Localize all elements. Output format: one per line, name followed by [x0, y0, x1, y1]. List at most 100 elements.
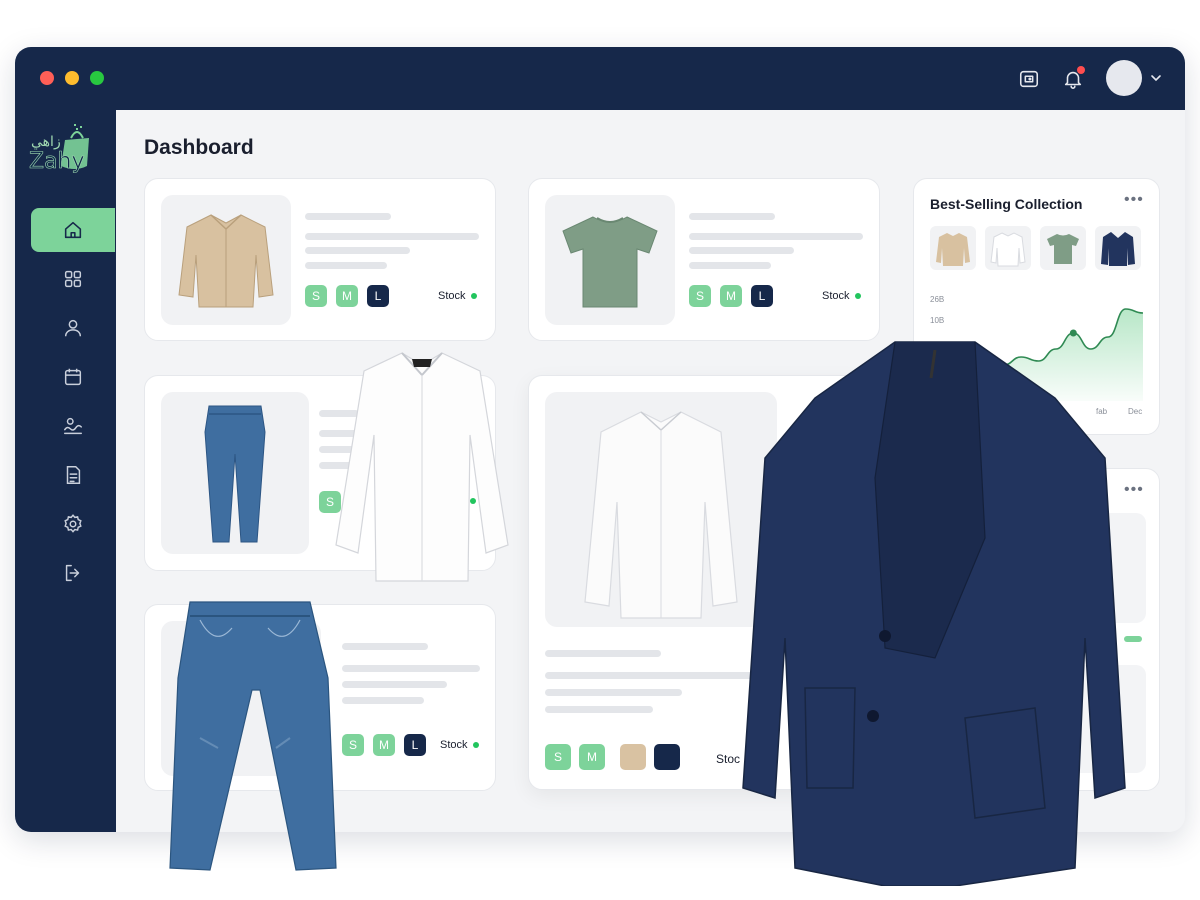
- text-placeholder: [305, 213, 391, 220]
- text-placeholder: [319, 410, 359, 417]
- color-swatch-navy[interactable]: [654, 744, 680, 770]
- notification-bell-icon[interactable]: [1059, 65, 1087, 93]
- calendar-icon: [64, 368, 82, 386]
- close-window-button[interactable]: [40, 71, 54, 85]
- sidebar-item-settings[interactable]: [31, 502, 115, 546]
- text-placeholder: [545, 706, 653, 713]
- sidebar-item-analytics[interactable]: [31, 404, 115, 448]
- sales-area-chart: [933, 308, 1144, 401]
- app-window: زاهي Zahy Dashboard S M L Stock S M L St…: [15, 47, 1185, 832]
- minimize-window-button[interactable]: [65, 71, 79, 85]
- stock-status: Stock: [440, 739, 479, 751]
- text-placeholder: [319, 462, 359, 469]
- text-placeholder: [305, 262, 387, 269]
- text-placeholder: [545, 672, 755, 679]
- text-placeholder: [342, 681, 447, 688]
- text-placeholder: [319, 430, 359, 437]
- best-seller-thumb[interactable]: [1040, 226, 1086, 270]
- page-title: Dashboard: [144, 136, 254, 159]
- best-seller-thumb[interactable]: [985, 226, 1031, 270]
- main-content: Dashboard S M L Stock S M L Stock S S M …: [116, 110, 1185, 832]
- text-placeholder: [545, 650, 661, 657]
- sidebar-item-home[interactable]: [31, 208, 115, 252]
- home-icon: [64, 221, 82, 239]
- more-options-icon[interactable]: •••: [1124, 481, 1144, 499]
- text-placeholder: [689, 247, 794, 254]
- text-placeholder: [689, 233, 863, 240]
- text-placeholder: [689, 213, 775, 220]
- chart-area-fill: [934, 309, 1143, 401]
- maximize-window-button[interactable]: [90, 71, 104, 85]
- analytics-icon: [64, 417, 82, 435]
- size-chip[interactable]: L: [751, 285, 773, 307]
- brand-logo: زاهي Zahy: [27, 120, 99, 182]
- text-placeholder: [545, 689, 682, 696]
- grid-icon: [64, 270, 82, 288]
- user-avatar[interactable]: [1106, 60, 1142, 96]
- sidebar-item-grid[interactable]: [31, 257, 115, 301]
- sidebar: زاهي Zahy: [15, 110, 116, 832]
- product-image: [545, 195, 675, 325]
- chart-point[interactable]: [1069, 329, 1077, 337]
- more-options-icon[interactable]: •••: [1124, 191, 1144, 209]
- sidebar-item-users[interactable]: [31, 306, 115, 350]
- gear-icon: [64, 514, 82, 533]
- size-chip[interactable]: M: [720, 285, 742, 307]
- sidebar-item-documents[interactable]: [31, 453, 115, 497]
- best-seller-thumb[interactable]: [1095, 226, 1141, 270]
- best-selling-title: Best-Selling Collection: [930, 196, 1083, 212]
- chevron-down-icon[interactable]: [1149, 71, 1163, 85]
- product-card[interactable]: S M L Stock: [144, 178, 496, 341]
- logout-icon: [65, 564, 80, 582]
- widget-panel: [930, 513, 1146, 623]
- progress-indicator: [1124, 636, 1142, 642]
- stock-dot: [470, 293, 477, 299]
- secondary-widget-card: •••: [913, 468, 1160, 791]
- product-card[interactable]: S: [144, 375, 496, 571]
- size-chip[interactable]: S: [342, 734, 364, 756]
- text-placeholder: [305, 233, 479, 240]
- text-placeholder: [342, 665, 480, 672]
- stage: زاهي Zahy Dashboard S M L Stock S M L St…: [0, 0, 1200, 900]
- best-seller-thumb[interactable]: [930, 226, 976, 270]
- notification-badge: [1077, 66, 1085, 74]
- sidebar-item-logout[interactable]: [31, 551, 115, 595]
- size-chip[interactable]: M: [336, 285, 358, 307]
- text-placeholder: [319, 446, 359, 453]
- sidebar-item-calendar[interactable]: [31, 355, 115, 399]
- wallet-icon[interactable]: [1015, 65, 1043, 93]
- product-image: [161, 392, 309, 554]
- product-image: [161, 621, 321, 776]
- svg-text:Zahy: Zahy: [29, 149, 85, 174]
- product-card[interactable]: S M L Stock: [528, 178, 880, 341]
- svg-text:زاهي: زاهي: [31, 134, 61, 150]
- text-placeholder: [342, 697, 424, 704]
- stock-dot: [470, 498, 476, 504]
- size-chip[interactable]: M: [373, 734, 395, 756]
- stock-status: Stock: [438, 290, 477, 302]
- stock-dot: [472, 742, 479, 748]
- size-chip[interactable]: L: [404, 734, 426, 756]
- color-swatch-beige[interactable]: [620, 744, 646, 770]
- text-placeholder: [305, 247, 410, 254]
- best-selling-card: Best-Selling Collection ••• 26B 10B fab: [913, 178, 1160, 435]
- x-tick-label: Dec: [1128, 407, 1143, 416]
- stock-status: Stoc: [716, 752, 741, 766]
- size-chip[interactable]: S: [689, 285, 711, 307]
- user-icon: [64, 319, 82, 337]
- size-chip[interactable]: L: [367, 285, 389, 307]
- stock-status: Stock: [822, 290, 861, 302]
- size-chip[interactable]: S: [305, 285, 327, 307]
- size-chip[interactable]: S: [545, 744, 571, 770]
- product-card[interactable]: S M L Stock: [144, 604, 496, 791]
- product-image: [161, 195, 291, 325]
- size-chip[interactable]: S: [319, 491, 341, 513]
- x-tick-label: fab: [1096, 407, 1108, 416]
- document-icon: [66, 466, 81, 484]
- text-placeholder: [342, 643, 428, 650]
- product-image: [545, 392, 777, 627]
- stock-dot: [854, 293, 861, 299]
- title-bar: [15, 47, 1185, 110]
- product-card-featured[interactable]: S M Stoc: [528, 375, 880, 790]
- size-chip[interactable]: M: [579, 744, 605, 770]
